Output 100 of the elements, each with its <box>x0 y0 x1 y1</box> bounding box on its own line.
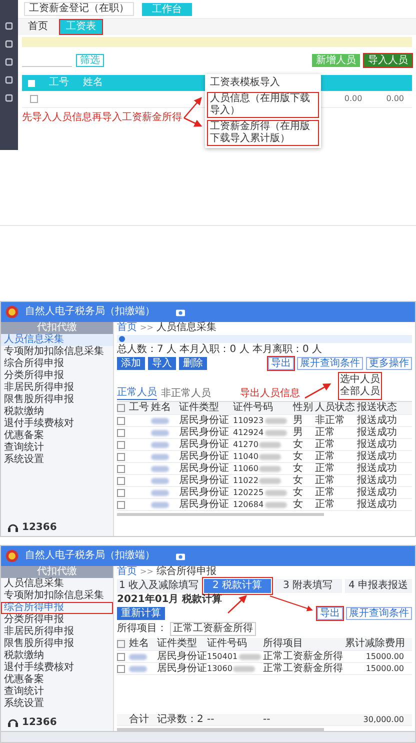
checkbox[interactable] <box>117 476 125 484</box>
menu-item[interactable]: 全部人员 <box>340 386 380 398</box>
breadcrumb-separator: >> <box>140 322 154 334</box>
action-button[interactable]: 导出 <box>268 357 294 370</box>
tab[interactable]: 非正常人员 <box>161 388 211 400</box>
column-header: 报送状态 <box>357 402 398 414</box>
ledger-select[interactable]: 工资薪金登记（在职） <box>24 2 134 16</box>
tab[interactable]: 正常人员 <box>117 387 157 400</box>
sidebar-item[interactable]: 人员信息采集 <box>1 578 113 590</box>
menu-item[interactable]: 选中人员 <box>340 374 380 386</box>
menu-item[interactable]: 工资表模板导入 <box>207 76 319 90</box>
action-button[interactable]: 更多操作 <box>366 357 412 370</box>
table-cell-text: 30,000.00 <box>362 714 405 725</box>
breadcrumb-link[interactable]: 首页 <box>117 566 137 578</box>
camera-icon[interactable] <box>175 552 186 560</box>
square-icon[interactable] <box>5 58 13 66</box>
action-button[interactable]: 添加 <box>117 357 145 370</box>
hotline-number: 12366 <box>22 717 57 729</box>
tab[interactable]: 首页 <box>22 20 54 34</box>
scrollbar[interactable] <box>117 728 324 731</box>
table-cell-text: 15000.00 <box>364 651 405 662</box>
checkbox[interactable] <box>30 95 38 103</box>
table-cell: 11060 <box>233 463 258 474</box>
action-button[interactable]: 导入人员 <box>364 54 412 66</box>
checkbox[interactable] <box>117 428 125 436</box>
checkbox[interactable] <box>117 440 125 448</box>
camera-icon[interactable] <box>175 308 186 316</box>
arrow <box>270 596 313 612</box>
info-icon <box>119 336 125 342</box>
checkbox[interactable] <box>117 452 125 460</box>
blurred-text <box>129 654 147 660</box>
sidebar-item[interactable]: 综合所得申报 <box>1 358 113 370</box>
table-cell-text: 报送成功 <box>357 427 398 438</box>
step-tab[interactable]: 1 收入及减除填写 <box>117 579 201 593</box>
column-header: 证件类型 <box>157 638 198 650</box>
sidebar-item[interactable]: 系统设置 <box>1 698 113 710</box>
checkbox[interactable] <box>117 488 125 496</box>
sidebar-item[interactable]: 退付手续费核对 <box>1 418 113 430</box>
table-cell: 居民身份证 <box>157 663 207 674</box>
sidebar-item[interactable]: 查询统计 <box>1 442 113 454</box>
blurred-text <box>238 654 261 660</box>
table-cell: 110923 <box>233 415 264 426</box>
action-button[interactable]: 导出 <box>317 607 343 620</box>
action-button[interactable]: 导入 <box>148 357 176 370</box>
table-cell-text: 正常 <box>315 463 336 474</box>
checkbox[interactable] <box>117 640 125 648</box>
headset-icon <box>7 522 19 534</box>
table-cell: 13060 <box>207 663 232 674</box>
sidebar-item[interactable]: 分类所得申报 <box>1 614 113 626</box>
step-tab[interactable]: 2 税款计算 <box>204 579 272 593</box>
sidebar-item[interactable]: 税款缴纳 <box>1 406 113 418</box>
checkbox[interactable] <box>117 664 125 672</box>
action-button[interactable]: 展开查询条件 <box>346 607 412 620</box>
checkbox[interactable] <box>117 500 125 508</box>
menu-item[interactable]: 工资薪金所得（在用版下载导入累计版） <box>207 120 319 146</box>
checkbox[interactable] <box>28 80 35 86</box>
sidebar-item[interactable]: 优惠备案 <box>1 430 113 442</box>
sidebar-item[interactable]: 税款缴纳 <box>1 650 113 662</box>
square-icon[interactable] <box>5 22 13 30</box>
sidebar-item[interactable]: 限售股所得申报 <box>1 638 113 650</box>
sidebar-item[interactable]: 分类所得申报 <box>1 370 113 382</box>
action-button[interactable]: 删除 <box>179 357 207 370</box>
table-cell-text: 居民身份证 <box>179 427 230 438</box>
action-button[interactable]: 展开查询条件 <box>297 357 363 370</box>
sidebar-item[interactable]: 非居民所得申报 <box>1 382 113 394</box>
step-tab[interactable]: 4 申报表报送 <box>344 579 412 593</box>
emblem-icon <box>5 305 19 319</box>
table-cell: 0.00 <box>386 93 404 105</box>
blurred-text <box>151 466 169 472</box>
breadcrumb-item: 人员信息采集 <box>156 322 216 334</box>
sidebar-item[interactable]: 非居民所得申报 <box>1 626 113 638</box>
sidebar-item[interactable]: 专项附加扣除信息采集 <box>1 590 113 602</box>
breadcrumb-separator: >> <box>140 566 154 578</box>
square-icon[interactable] <box>5 40 13 48</box>
table-cell-text: 居民身份证 <box>179 475 230 486</box>
checkbox[interactable] <box>117 464 125 472</box>
step-tab[interactable]: 3 附表填写 <box>274 579 342 593</box>
blurred-text <box>151 478 169 484</box>
breadcrumb-link[interactable]: 首页 <box>117 322 137 334</box>
sidebar-item[interactable]: 系统设置 <box>1 454 113 466</box>
sidebar-item[interactable]: 优惠备案 <box>1 674 113 686</box>
menu-item[interactable]: 人员信息（在用版下载导入） <box>207 92 319 118</box>
annotation-text: 导出人员信息 <box>240 388 300 400</box>
table-cell-text: 报送成功 <box>357 499 398 510</box>
checkbox[interactable] <box>117 404 125 412</box>
table-cell-text: 报送成功 <box>357 451 398 462</box>
sidebar-item[interactable]: 查询统计 <box>1 686 113 698</box>
square-icon[interactable] <box>5 76 13 84</box>
sidebar-item[interactable]: 退付手续费核对 <box>1 662 113 674</box>
square-icon[interactable] <box>5 94 13 102</box>
sidebar-item[interactable]: 人员信息采集 <box>1 334 113 346</box>
blurred-text <box>151 490 169 496</box>
income-type-select[interactable]: 正常工资薪金所得 <box>170 622 256 636</box>
checkbox[interactable] <box>117 652 125 660</box>
sidebar-item[interactable]: 限售股所得申报 <box>1 394 113 406</box>
period-title: 2021年01月 税款计算 <box>117 594 222 606</box>
scrollbar[interactable] <box>117 513 324 516</box>
sidebar-item[interactable]: 专项附加扣除信息采集 <box>1 346 113 358</box>
checkbox[interactable] <box>117 416 125 424</box>
recalculate-button[interactable]: 重新计算 <box>117 607 165 620</box>
